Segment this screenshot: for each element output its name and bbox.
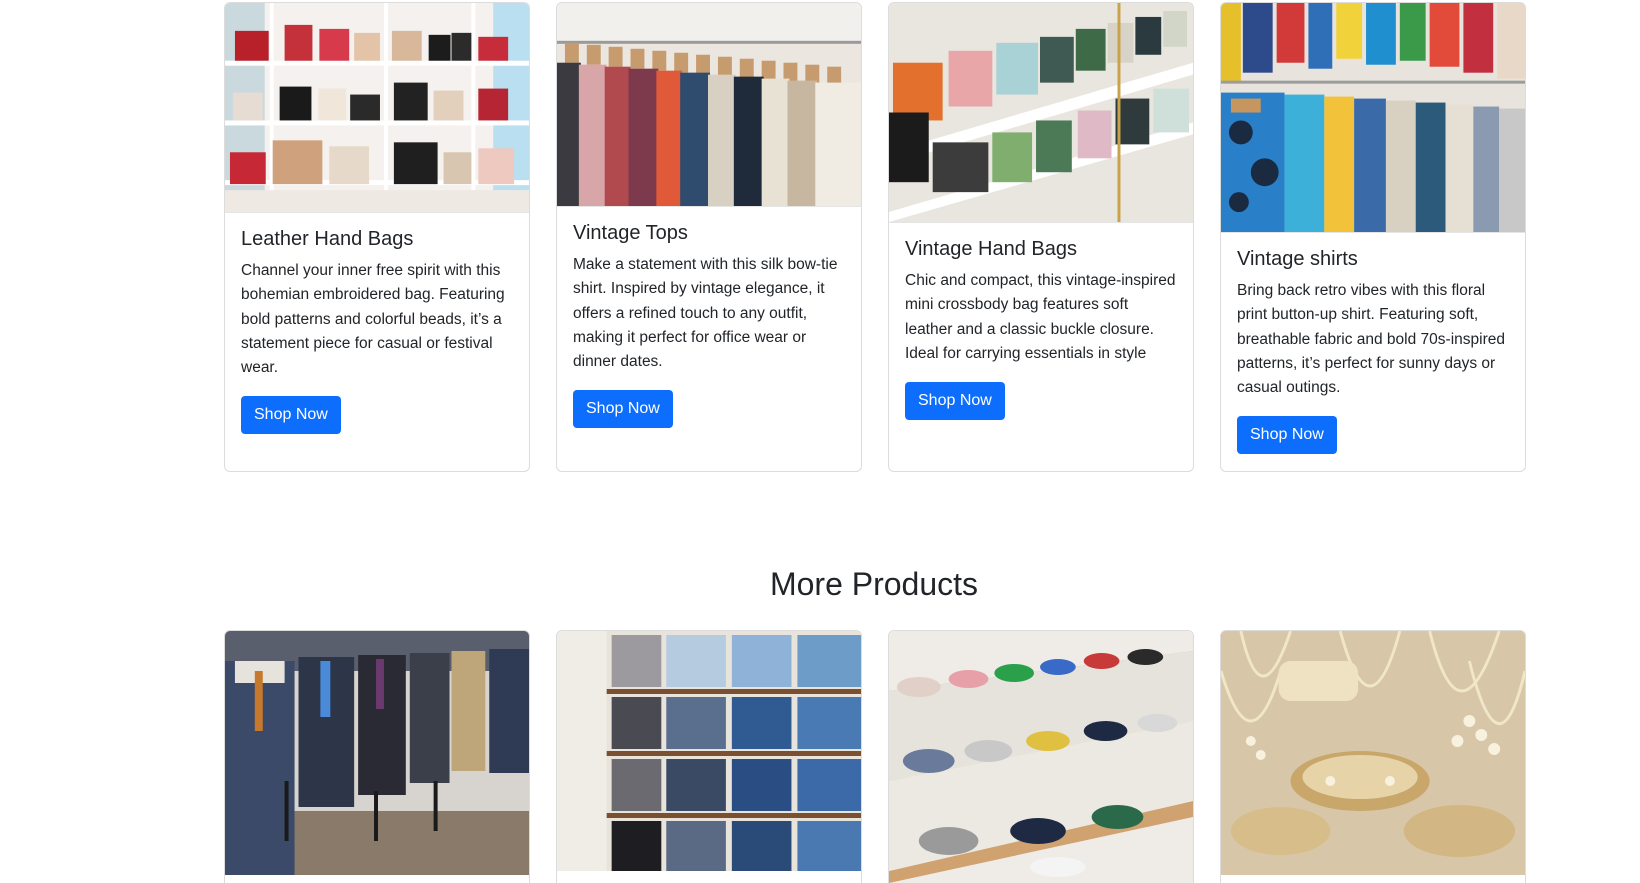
suits-mannequins-photo[interactable] [225, 631, 529, 875]
product-card-vintage-shirts: Vintage shirts Bring back retro vibes wi… [1220, 2, 1526, 472]
product-card-vintage-tops: Vintage Tops Make a statement with this … [556, 2, 862, 472]
card-description: Channel your inner free spirit with this… [241, 262, 505, 377]
card-description: Bring back retro vibes with this floral … [1237, 282, 1505, 397]
card-description: Chic and compact, this vintage-inspired … [905, 272, 1176, 362]
handbag-shelf-photo[interactable] [225, 3, 529, 213]
card-title: Leather Hand Bags [241, 228, 414, 250]
card-body: Vintage Hand Bags Chic and compact, this… [889, 223, 1193, 421]
clothing-rack-photo[interactable] [557, 3, 861, 207]
shirt-rack-photo[interactable] [1221, 3, 1525, 233]
card-body: Leather Hand Bags Channel your inner fre… [225, 213, 529, 435]
section-title: More Products [769, 566, 979, 602]
shop-now-button[interactable]: Shop Now [241, 396, 341, 435]
shop-now-button[interactable]: Shop Now [1237, 416, 1337, 455]
card-title: Vintage shirts [1237, 248, 1358, 270]
product-card-jeans [556, 630, 862, 883]
card-body: Vintage shirts Bring back retro vibes wi… [1221, 233, 1525, 455]
card-title: Vintage Tops [573, 222, 688, 244]
card-description: Make a statement with this silk bow-tie … [573, 256, 838, 371]
shop-now-button[interactable]: Shop Now [905, 382, 1005, 421]
jeans-shelf-photo[interactable] [557, 631, 861, 871]
handbag-display-photo[interactable] [889, 3, 1193, 223]
card-title: Vintage Hand Bags [905, 238, 1077, 260]
card-body: Vintage Tops Make a statement with this … [557, 207, 861, 429]
jewelry-display-photo[interactable] [1221, 631, 1525, 875]
shop-now-button[interactable]: Shop Now [573, 390, 673, 429]
product-card-sneakers [888, 630, 1194, 883]
product-card-jewelry [1220, 630, 1526, 883]
product-card-leather-hand-bags: Leather Hand Bags Channel your inner fre… [224, 2, 530, 472]
page: Leather Hand Bags Channel your inner fre… [0, 0, 1640, 883]
product-card-suits [224, 630, 530, 883]
product-card-vintage-hand-bags: Vintage Hand Bags Chic and compact, this… [888, 2, 1194, 472]
sneakers-shelf-photo[interactable] [889, 631, 1193, 883]
